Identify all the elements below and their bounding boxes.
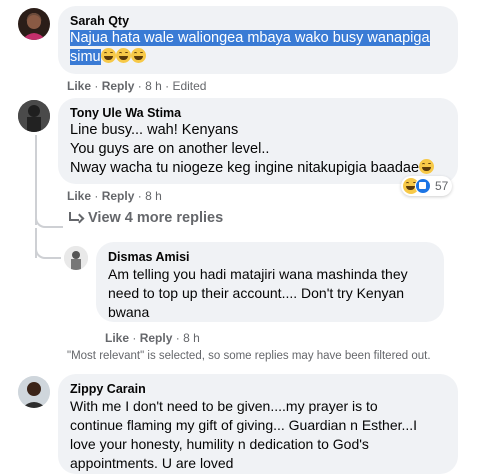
timestamp[interactable]: 8 h bbox=[183, 331, 200, 345]
profile-photo bbox=[18, 376, 50, 408]
comment-line: With me I don't need to be given....my p… bbox=[70, 398, 378, 414]
avatar-sarah-qty[interactable] bbox=[18, 8, 50, 40]
comment-bubble-sarah: Sarah Qty Najua hata wale waliongea mbay… bbox=[58, 6, 458, 74]
comment-line: continue flaming my gift of giving... Gu… bbox=[70, 417, 418, 433]
comment-bubble-tony: Tony Ule Wa Stima Line busy... wah! Keny… bbox=[58, 98, 458, 184]
reply-button[interactable]: Reply bbox=[140, 331, 173, 345]
comment-line: bwana bbox=[108, 304, 150, 320]
like-button[interactable]: Like bbox=[105, 331, 129, 345]
comment-text: Najua hata wale waliongea mbaya wako bus… bbox=[70, 29, 450, 67]
like-button[interactable]: Like bbox=[67, 189, 91, 203]
comment-line: love your honesty, humility n dedication… bbox=[70, 436, 369, 452]
laughing-emoji-icon bbox=[419, 159, 435, 174]
comment-line: need to top up their account.... Don't t… bbox=[108, 285, 405, 301]
comment-author[interactable]: Dismas Amisi bbox=[108, 249, 432, 265]
comment-line: appointments. U are loved bbox=[70, 455, 234, 471]
view-more-replies-button[interactable]: View 4 more replies bbox=[68, 210, 223, 226]
comment-bubble-zippy: Zippy Carain With me I don't need to be … bbox=[58, 374, 458, 474]
thread-connector-curve-dismas bbox=[35, 244, 61, 259]
reply-button[interactable]: Reply bbox=[102, 79, 135, 93]
comment-author[interactable]: Tony Ule Wa Stima bbox=[70, 105, 446, 121]
edited-label[interactable]: Edited bbox=[172, 79, 206, 93]
comment-actions: Like · Reply · 8 h bbox=[67, 189, 162, 203]
like-button[interactable]: Like bbox=[67, 79, 91, 93]
timestamp[interactable]: 8 h bbox=[145, 79, 162, 93]
comment-line: Nway wacha tu niogeze keg ingine nitakup… bbox=[70, 159, 446, 178]
view-replies-label: View 4 more replies bbox=[88, 210, 224, 226]
avatar-zippy[interactable] bbox=[18, 376, 50, 408]
comment-author[interactable]: Sarah Qty bbox=[70, 13, 446, 29]
comment-line: You guys are on another level.. bbox=[70, 141, 270, 157]
profile-photo bbox=[22, 15, 46, 40]
comment-author[interactable]: Zippy Carain bbox=[70, 381, 446, 397]
comment-line: Line busy... wah! Kenyans bbox=[70, 122, 239, 138]
comment-actions: Like · Reply · 8 h · Edited bbox=[67, 79, 207, 93]
reaction-summary[interactable]: 57 bbox=[401, 176, 453, 196]
profile-photo bbox=[64, 246, 88, 270]
comment-actions: Like · Reply · 8 h bbox=[105, 331, 200, 345]
profile-photo bbox=[18, 100, 50, 132]
reaction-count: 57 bbox=[435, 179, 449, 193]
thread-connector-curve bbox=[35, 218, 63, 228]
like-icon bbox=[415, 178, 431, 194]
reply-arrow-icon bbox=[68, 212, 82, 224]
reply-button[interactable]: Reply bbox=[102, 189, 135, 203]
filter-note: "Most relevant" is selected, so some rep… bbox=[67, 350, 431, 362]
thread-connector bbox=[35, 135, 37, 225]
timestamp[interactable]: 8 h bbox=[145, 189, 162, 203]
avatar-tony[interactable] bbox=[18, 100, 50, 132]
avatar-dismas[interactable] bbox=[64, 246, 88, 270]
laughing-emoji-icon bbox=[100, 48, 146, 65]
comment-line: Am telling you hadi matajiri wana mashin… bbox=[108, 266, 408, 282]
comment-bubble-dismas: Dismas Amisi Am telling you hadi matajir… bbox=[96, 242, 444, 322]
